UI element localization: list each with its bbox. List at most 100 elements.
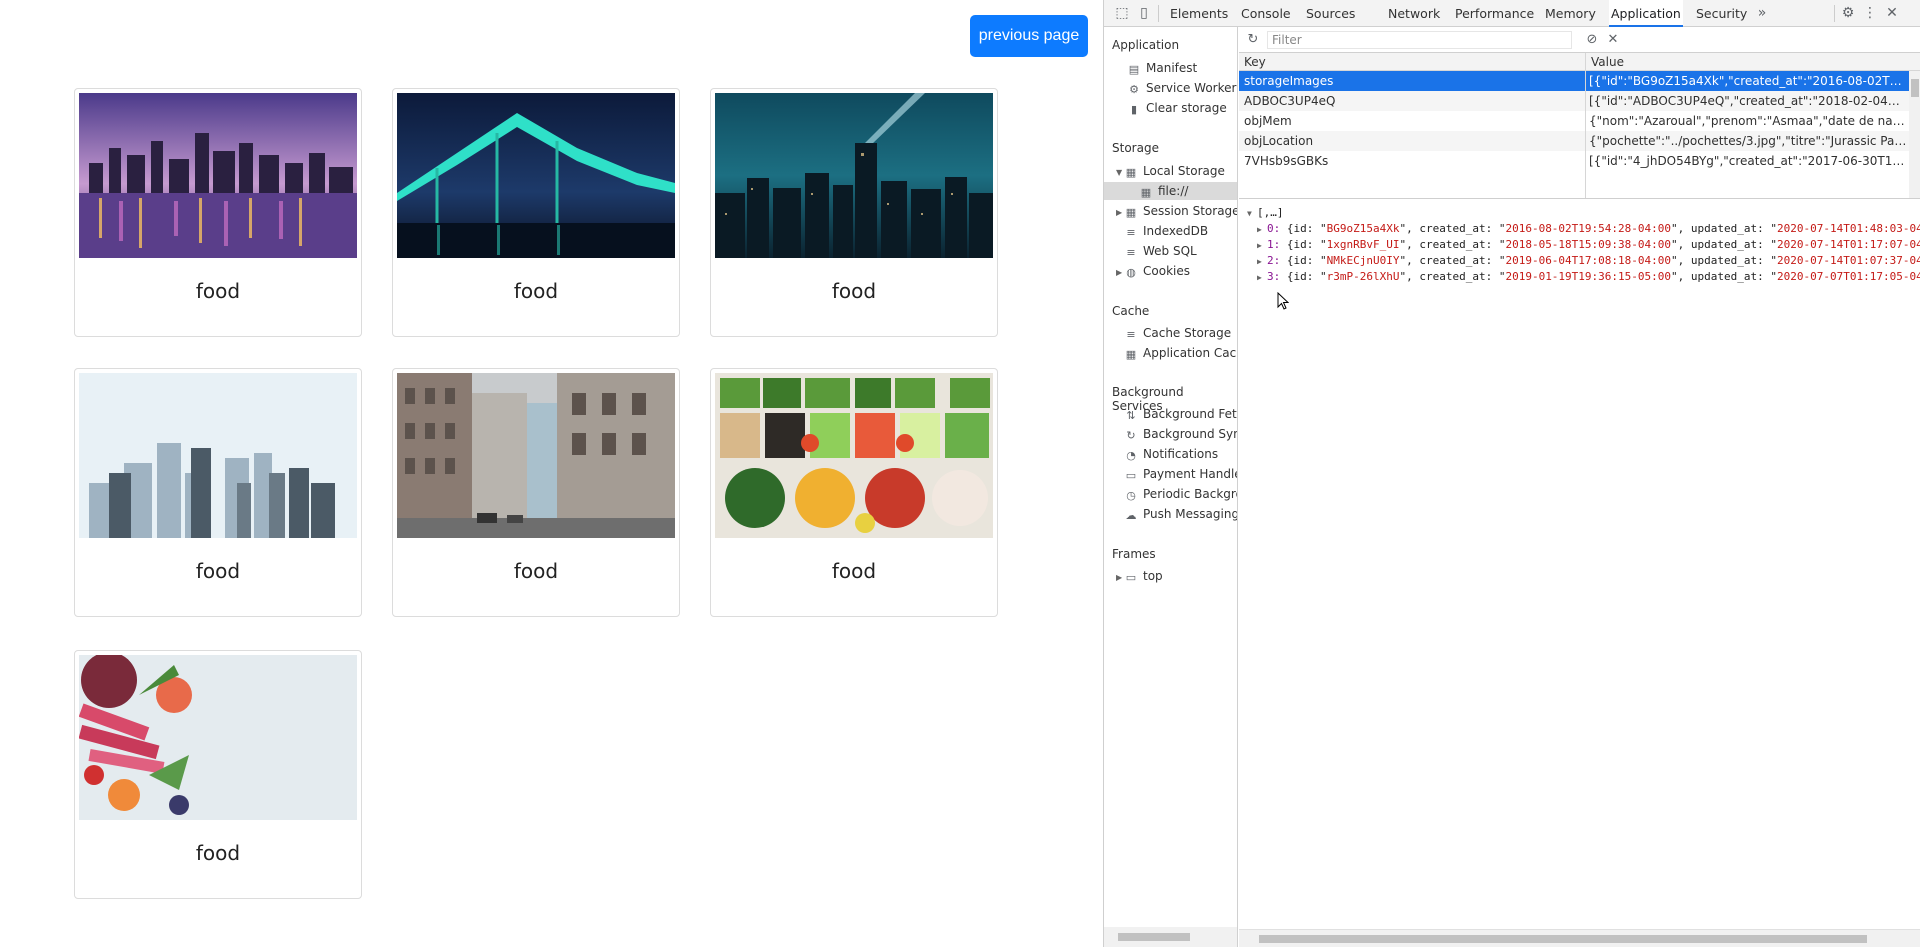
- section-application: Application: [1112, 38, 1180, 52]
- table-row[interactable]: ADBOC3UP4eQ [{"id":"ADBOC3UP4eQ","created…: [1239, 91, 1909, 111]
- image-card[interactable]: food: [74, 88, 362, 337]
- card-image-vegetable-salad-bar: [715, 373, 993, 538]
- table-row[interactable]: 7VHsb9sGBKs [{"id":"4_jhDO54BYg","created…: [1239, 151, 1909, 171]
- section-storage: Storage: [1112, 141, 1159, 155]
- more-tabs-icon[interactable]: »: [1754, 5, 1770, 21]
- tab-performance[interactable]: Performance: [1453, 0, 1536, 27]
- image-card[interactable]: food: [74, 368, 362, 617]
- preview-entry[interactable]: ▶ 1: {id: "1xgnRBvF_UI", created_at: "201…: [1257, 237, 1920, 253]
- sidebar-item-cache-storage[interactable]: ≡ Cache Storage: [1125, 324, 1231, 342]
- preview-entry[interactable]: ▶ 2: {id: "NMkECjnU0IY", created_at: "201…: [1257, 253, 1920, 269]
- tab-console[interactable]: Console: [1239, 0, 1293, 27]
- tab-sources[interactable]: Sources: [1304, 0, 1357, 27]
- card-caption: food: [195, 841, 241, 865]
- tab-elements[interactable]: Elements: [1168, 0, 1230, 27]
- image-card[interactable]: food: [74, 650, 362, 899]
- sidebar-item-periodic-background-sync[interactable]: ◷Periodic Backgrou: [1125, 485, 1237, 503]
- tab-security[interactable]: Security: [1694, 0, 1749, 27]
- sidebar-item-push-messaging[interactable]: ☁ Push Messaging: [1125, 505, 1238, 523]
- database-icon: ≡: [1126, 246, 1136, 259]
- sidebar-item-local-storage[interactable]: ▼ ▦ Local Storage: [1116, 162, 1225, 180]
- document-icon: ▤: [1128, 63, 1140, 76]
- collapsed-arrow-icon: ▶: [1116, 208, 1123, 217]
- preview-horizontal-scrollbar[interactable]: [1239, 929, 1920, 947]
- sidebar-item-service-workers[interactable]: ⚙ Service Workers: [1128, 79, 1237, 97]
- application-sidebar: Application ▤ Manifest ⚙ Service Workers ▮…: [1104, 27, 1238, 947]
- table-row[interactable]: objMem {"nom":"Azaroual","prenom":"Asmaa"…: [1239, 111, 1909, 131]
- collapsed-arrow-icon: ▶: [1257, 241, 1262, 250]
- sidebar-item-clear-storage[interactable]: ▮ Clear storage: [1128, 99, 1227, 117]
- card-icon: ▭: [1125, 469, 1137, 482]
- mouse-cursor-icon: [1277, 292, 1289, 310]
- sidebar-item-payment-handler[interactable]: ▭ Payment Handler: [1125, 465, 1237, 483]
- sidebar-item-web-sql[interactable]: ≡ Web SQL: [1125, 242, 1196, 260]
- sidebar-item-background-fetch[interactable]: ⇅Background Fetch: [1125, 405, 1237, 423]
- image-card[interactable]: food: [710, 88, 998, 337]
- trash-icon: ▮: [1130, 103, 1138, 116]
- collapsed-arrow-icon: ▶: [1257, 257, 1262, 266]
- grid-icon: ▦: [1125, 348, 1137, 361]
- collapsed-arrow-icon: ▶: [1257, 273, 1262, 282]
- frame-icon: ▭: [1125, 571, 1137, 584]
- inspect-element-icon[interactable]: ⬚: [1114, 5, 1130, 21]
- sidebar-item-cookies[interactable]: ▶ ◍ Cookies: [1116, 262, 1190, 280]
- card-image-fruit-flatlay: [79, 655, 357, 820]
- card-caption: food: [513, 279, 559, 303]
- sidebar-item-file-origin[interactable]: ▦ file://: [1104, 182, 1237, 200]
- card-image-street-buildings: [397, 373, 675, 538]
- sidebar-item-notifications[interactable]: ◔ Notifications: [1125, 445, 1218, 463]
- column-header-value[interactable]: Value: [1586, 53, 1920, 71]
- sidebar-item-frame-top[interactable]: ▶ ▭ top: [1116, 567, 1163, 585]
- gear-icon: ⚙: [1129, 83, 1139, 96]
- storage-table: Key Value storageImages [{"id":"BG9oZ15a4…: [1239, 53, 1920, 199]
- card-caption: food: [513, 559, 559, 583]
- delete-selected-icon[interactable]: ✕: [1605, 31, 1621, 49]
- preview-entry[interactable]: ▶ 0: {id: "BG9oZ15a4Xk", created_at: "201…: [1257, 221, 1920, 237]
- storage-main-pane: ↻ ⊘ ✕ Key Value storageImages[{"id":"BG9…: [1239, 27, 1920, 947]
- preview-root[interactable]: ▼ [,…]: [1247, 205, 1284, 221]
- card-image-city-night-searchlight: [715, 93, 993, 258]
- bell-icon: ◔: [1126, 449, 1136, 462]
- clear-all-icon[interactable]: ⊘: [1584, 31, 1600, 49]
- preview-entry[interactable]: ▶ 3: {id: "r3mP-26lXhU", created_at: "201…: [1257, 269, 1920, 285]
- tab-application[interactable]: Application: [1609, 0, 1683, 27]
- sidebar-item-background-sync[interactable]: ↻ Background Sync: [1125, 425, 1237, 443]
- device-toggle-icon[interactable]: ▯: [1136, 5, 1152, 21]
- sidebar-item-session-storage[interactable]: ▶ ▦ Session Storage: [1116, 202, 1237, 220]
- database-icon: ≡: [1126, 328, 1136, 341]
- image-card[interactable]: food: [392, 368, 680, 617]
- table-vertical-scrollbar[interactable]: [1909, 71, 1920, 198]
- settings-gear-icon[interactable]: ⚙: [1840, 5, 1856, 21]
- image-card[interactable]: food: [392, 88, 680, 337]
- image-card[interactable]: food: [710, 368, 998, 617]
- sidebar-item-application-cache[interactable]: ▦ Application Cach: [1125, 344, 1237, 362]
- filter-toolbar: ↻ ⊘ ✕: [1239, 27, 1920, 53]
- kebab-menu-icon[interactable]: ⋮: [1862, 5, 1878, 21]
- column-header-key[interactable]: Key: [1239, 53, 1585, 71]
- tab-memory[interactable]: Memory: [1543, 0, 1598, 27]
- card-caption: food: [195, 559, 241, 583]
- grid-icon: ▦: [1125, 166, 1137, 179]
- close-devtools-icon[interactable]: ✕: [1884, 5, 1900, 21]
- section-frames: Frames: [1112, 547, 1156, 561]
- table-row[interactable]: objLocation {"pochette":"../pochettes/3.j…: [1239, 131, 1909, 151]
- collapsed-arrow-icon: ▶: [1116, 268, 1123, 277]
- card-image-illuminated-bridge: [397, 93, 675, 258]
- previous-page-button[interactable]: previous page: [970, 15, 1088, 57]
- sidebar-item-manifest[interactable]: ▤ Manifest: [1128, 59, 1197, 77]
- card-image-skyscrapers-daylight: [79, 373, 357, 538]
- value-preview: ▼ [,…] ▶ 0: {id: "BG9oZ15a4Xk", created_at…: [1239, 199, 1920, 929]
- web-page: previous page food food food food food f…: [0, 0, 1103, 947]
- expanded-arrow-icon: ▼: [1116, 168, 1123, 177]
- tab-network[interactable]: Network: [1386, 0, 1442, 27]
- sidebar-item-indexeddb[interactable]: ≡ IndexedDB: [1125, 222, 1208, 240]
- section-cache: Cache: [1112, 304, 1150, 318]
- devtools-panel: ⬚ ▯ Elements Console Sources Network Per…: [1103, 0, 1920, 947]
- filter-input[interactable]: [1267, 31, 1572, 49]
- refresh-icon[interactable]: ↻: [1245, 31, 1261, 49]
- sidebar-horizontal-scrollbar[interactable]: [1104, 927, 1237, 947]
- card-caption: food: [831, 279, 877, 303]
- table-row[interactable]: storageImages [{"id":"BG9oZ15a4Xk","creat…: [1239, 71, 1909, 91]
- sync-icon: ↻: [1126, 429, 1136, 442]
- expanded-arrow-icon: ▼: [1247, 209, 1252, 218]
